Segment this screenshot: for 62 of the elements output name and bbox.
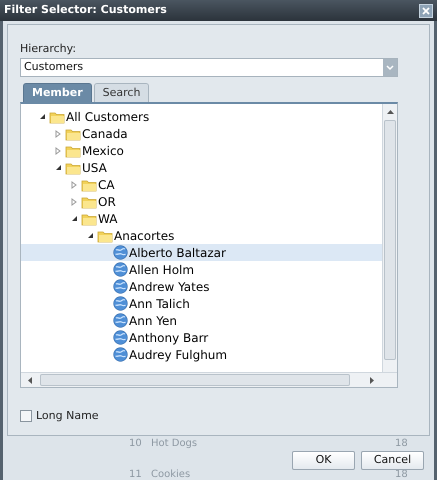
tree-item[interactable]: USA	[21, 159, 382, 176]
collapsed-arrow-icon[interactable]	[55, 130, 61, 138]
hierarchy-dropdown[interactable]: Customers	[20, 58, 398, 77]
background-row-value: 18	[395, 470, 408, 480]
tree-item[interactable]: Allen Holm	[21, 261, 382, 278]
tree-item[interactable]: CA	[21, 176, 382, 193]
tree-item[interactable]: OR	[21, 193, 382, 210]
tree-item[interactable]: WA	[21, 210, 382, 227]
tree-item[interactable]: Alberto Baltazar	[21, 244, 382, 261]
expanded-arrow-icon[interactable]	[70, 215, 78, 222]
window-title: Filter Selector: Customers	[4, 2, 167, 18]
vertical-scrollbar[interactable]	[382, 104, 397, 372]
dialog-button[interactable]: OK	[292, 451, 355, 470]
folder-icon	[65, 126, 81, 140]
background-row-number: 11	[129, 470, 142, 480]
background-row-number: 10	[129, 439, 142, 449]
tree-item[interactable]: Anacortes	[21, 227, 382, 244]
globe-icon	[113, 330, 128, 345]
tree-item[interactable]: Andrew Yates	[21, 278, 382, 295]
dialog-button[interactable]: Cancel	[361, 451, 424, 470]
expanded-arrow-icon[interactable]	[54, 164, 62, 171]
scroll-right-icon[interactable]	[370, 376, 375, 384]
scroll-thumb[interactable]	[40, 374, 350, 386]
close-icon	[422, 6, 430, 14]
hierarchy-label: Hierarchy:	[20, 41, 78, 57]
collapsed-arrow-icon[interactable]	[71, 198, 77, 206]
globe-icon	[113, 347, 128, 362]
tree-item[interactable]: Audrey Fulghum	[21, 346, 382, 363]
horizontal-scrollbar[interactable]	[21, 372, 397, 387]
close-button[interactable]	[419, 4, 433, 18]
tree-item[interactable]: Ann Talich	[21, 295, 382, 312]
scroll-left-icon[interactable]	[27, 376, 32, 384]
folder-icon	[81, 212, 97, 226]
folder-icon	[65, 144, 81, 158]
background-row-name: Hot Dogs	[151, 439, 198, 449]
globe-icon	[113, 313, 128, 328]
tree-item[interactable]: Anthony Barr	[21, 329, 382, 346]
expanded-arrow-icon[interactable]	[38, 113, 46, 120]
folder-icon	[81, 194, 97, 208]
tree-item[interactable]: Ann Yen	[21, 312, 382, 329]
globe-icon	[113, 279, 128, 294]
tab[interactable]: Search	[94, 83, 150, 102]
background-row-name: Cookies	[151, 470, 190, 480]
tree-item[interactable]: Mexico	[21, 142, 382, 159]
folder-icon	[65, 160, 81, 174]
globe-icon	[113, 262, 128, 277]
globe-icon	[113, 245, 128, 260]
background-row-value: 18	[395, 439, 408, 449]
chevron-down-icon	[386, 64, 394, 70]
globe-icon	[113, 296, 128, 311]
folder-icon	[81, 178, 97, 192]
tree-item[interactable]: All Customers	[21, 108, 382, 125]
tab[interactable]: Member	[23, 83, 92, 102]
collapsed-arrow-icon[interactable]	[55, 146, 61, 154]
tree-item[interactable]: Canada	[21, 125, 382, 142]
scroll-up-icon[interactable]	[386, 109, 394, 114]
folder-icon	[97, 228, 113, 242]
scroll-thumb[interactable]	[384, 120, 396, 360]
long-name-checkbox[interactable]: Long Name	[20, 408, 99, 424]
collapsed-arrow-icon[interactable]	[71, 180, 77, 188]
expanded-arrow-icon[interactable]	[86, 232, 94, 239]
folder-icon	[49, 110, 65, 124]
